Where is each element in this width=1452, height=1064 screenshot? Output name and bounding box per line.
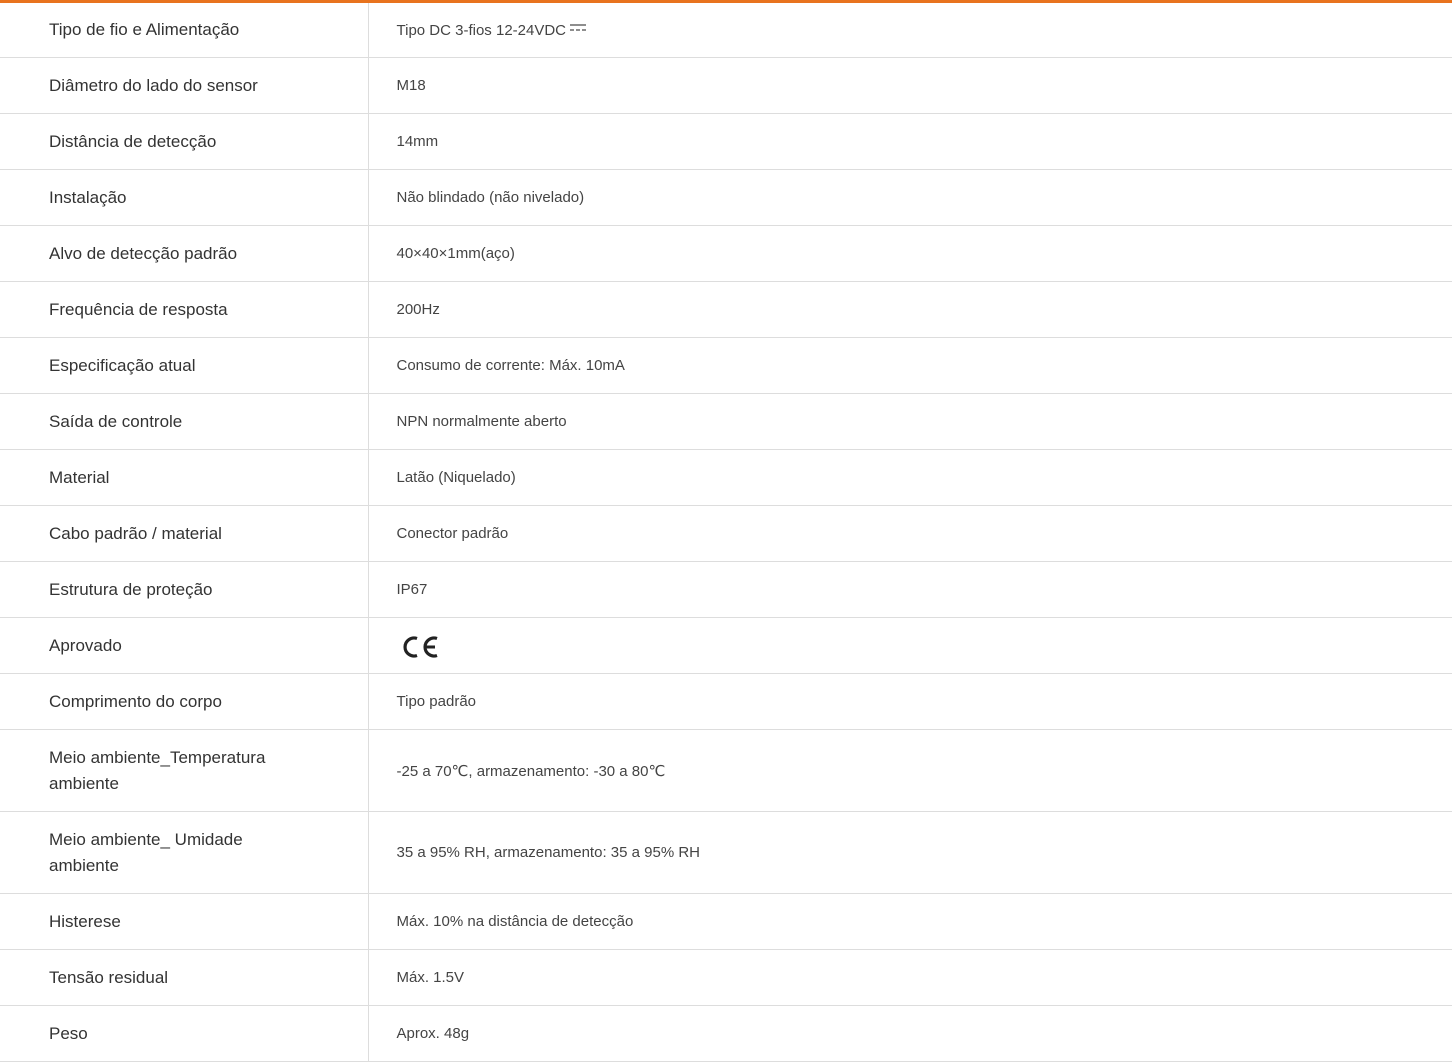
spec-table: Tipo de fio e Alimentação Tipo DC 3-fios… [0, 0, 1452, 1062]
spec-value: Máx. 1.5V [368, 949, 1452, 1006]
spec-value: M18 [368, 57, 1452, 114]
spec-value: Tipo padrão [368, 673, 1452, 730]
table-row: Material Latão (Niquelado) [0, 449, 1452, 506]
table-row: Cabo padrão / material Conector padrão [0, 505, 1452, 562]
spec-label: Estrutura de proteção [0, 561, 369, 618]
spec-value: -25 a 70℃, armazenamento: -30 a 80℃ [368, 729, 1452, 812]
spec-label: Material [0, 449, 369, 506]
spec-label: Alvo de detecção padrão [0, 225, 369, 282]
spec-value: Tipo DC 3-fios 12-24VDC [368, 1, 1452, 58]
spec-value: 200Hz [368, 281, 1452, 338]
table-row: Tipo de fio e Alimentação Tipo DC 3-fios… [0, 1, 1452, 58]
spec-label: Tensão residual [0, 949, 369, 1006]
spec-label: Comprimento do corpo [0, 673, 369, 730]
table-row: Distância de detecção 14mm [0, 113, 1452, 170]
table-row: Frequência de resposta 200Hz [0, 281, 1452, 338]
table-row: Diâmetro do lado do sensor M18 [0, 57, 1452, 114]
table-row: Alvo de detecção padrão 40×40×1mm(aço) [0, 225, 1452, 282]
spec-label: Frequência de resposta [0, 281, 369, 338]
dc-symbol-icon [570, 23, 587, 31]
spec-value: Máx. 10% na distância de detecção [368, 893, 1452, 950]
spec-value: IP67 [368, 561, 1452, 618]
spec-label: Saída de controle [0, 393, 369, 450]
spec-label: Meio ambiente_Temperatura ambiente [0, 729, 369, 812]
spec-value: Não blindado (não nivelado) [368, 169, 1452, 226]
spec-value: 14mm [368, 113, 1452, 170]
spec-label: Tipo de fio e Alimentação [0, 1, 369, 58]
spec-label: Distância de detecção [0, 113, 369, 170]
spec-label: Diâmetro do lado do sensor [0, 57, 369, 114]
spec-value: Consumo de corrente: Máx. 10mA [368, 337, 1452, 394]
table-row: Saída de controle NPN normalmente aberto [0, 393, 1452, 450]
spec-value: Latão (Niquelado) [368, 449, 1452, 506]
spec-label: Instalação [0, 169, 369, 226]
spec-value: 35 a 95% RH, armazenamento: 35 a 95% RH [368, 811, 1452, 894]
ce-mark-icon [402, 635, 438, 658]
spec-value: Conector padrão [368, 505, 1452, 562]
spec-value: Aprox. 48g [368, 1005, 1452, 1062]
spec-value-text: Tipo DC 3-fios 12-24VDC [396, 21, 567, 39]
table-row: Peso Aprox. 48g [0, 1005, 1452, 1062]
spec-value: 40×40×1mm(aço) [368, 225, 1452, 282]
table-row: Estrutura de proteção IP67 [0, 561, 1452, 618]
spec-label: Peso [0, 1005, 369, 1062]
table-row: Instalação Não blindado (não nivelado) [0, 169, 1452, 226]
table-row: Aprovado [0, 617, 1452, 674]
spec-label: Aprovado [0, 617, 369, 674]
spec-label: Especificação atual [0, 337, 369, 394]
table-row: Meio ambiente_ Umidade ambiente 35 a 95%… [0, 811, 1452, 894]
spec-label: Histerese [0, 893, 369, 950]
table-row: Histerese Máx. 10% na distância de detec… [0, 893, 1452, 950]
spec-label: Meio ambiente_ Umidade ambiente [0, 811, 369, 894]
spec-value [368, 617, 1452, 674]
spec-value: NPN normalmente aberto [368, 393, 1452, 450]
table-row: Especificação atual Consumo de corrente:… [0, 337, 1452, 394]
table-row: Tensão residual Máx. 1.5V [0, 949, 1452, 1006]
table-row: Meio ambiente_Temperatura ambiente -25 a… [0, 729, 1452, 812]
table-row: Comprimento do corpo Tipo padrão [0, 673, 1452, 730]
spec-label: Cabo padrão / material [0, 505, 369, 562]
